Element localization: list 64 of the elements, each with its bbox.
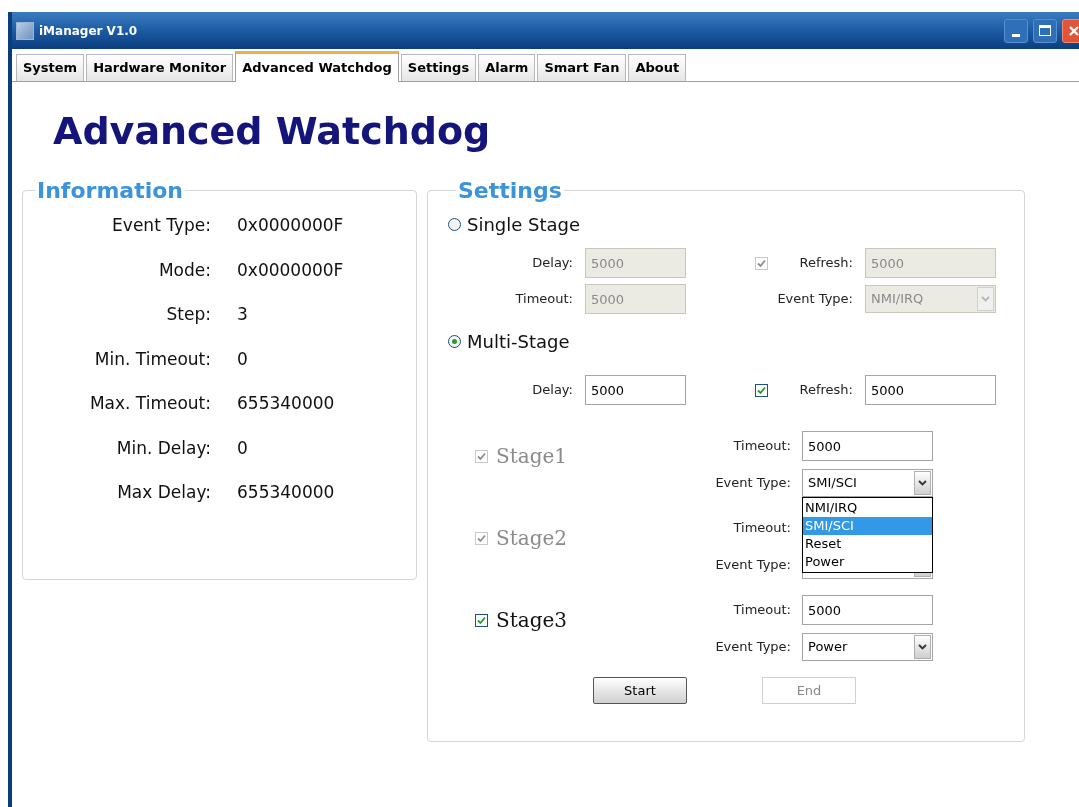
app-icon <box>16 21 34 40</box>
field-label: Delay: <box>531 381 574 400</box>
checkmark-icon <box>757 258 766 268</box>
action-button[interactable]: Start <box>593 677 687 704</box>
info-label: Mode: <box>157 258 211 282</box>
info-value: 0x0000000F <box>237 258 344 282</box>
tab[interactable]: Smart Fan <box>537 54 627 81</box>
info-value: 0 <box>237 347 248 371</box>
select-value: Power <box>808 638 848 657</box>
info-value: 655340000 <box>237 392 335 415</box>
info-label: Event Type: <box>111 214 211 237</box>
info-value: 655340000 <box>237 481 335 504</box>
radio-button[interactable] <box>448 335 461 348</box>
tab[interactable]: Settings <box>400 54 477 81</box>
info-value: 3 <box>237 303 248 326</box>
info-label: Step: <box>165 303 211 326</box>
input-field[interactable]: 5000 <box>802 595 933 625</box>
info-label: Min. Delay: <box>115 436 211 460</box>
field-label: Event Type: <box>714 638 792 657</box>
field-label: Timeout: <box>732 437 792 456</box>
field-label: Event Type: <box>714 474 792 493</box>
dropdown-select[interactable]: Power <box>802 633 933 661</box>
field-label: Refresh: <box>798 254 854 273</box>
field-label: Event Type: <box>776 290 854 309</box>
field-label: Delay: <box>531 254 574 273</box>
checkmark-icon <box>477 533 486 543</box>
checkmark-icon <box>477 615 486 625</box>
checkbox[interactable] <box>755 383 768 397</box>
tab[interactable]: Advanced Watchdog <box>235 51 399 82</box>
info-label: Min. Timeout: <box>93 347 211 371</box>
checkmark-icon <box>757 385 766 395</box>
close-icon <box>1068 24 1079 37</box>
info-value: 0 <box>237 436 248 460</box>
tab[interactable]: Alarm <box>478 54 536 81</box>
field-label: Timeout: <box>732 601 792 620</box>
info-label: Max Delay: <box>116 481 211 504</box>
input-field[interactable]: 5000 <box>585 375 686 405</box>
tab[interactable]: System <box>16 54 85 81</box>
field-label: Refresh: <box>798 381 854 400</box>
panel-title: Information <box>36 177 184 205</box>
window-title: iManager V1.0 <box>39 22 139 40</box>
info-value: 0x0000000F <box>237 214 344 237</box>
maximize-button[interactable] <box>1033 18 1057 43</box>
mode-label: Multi-Stage <box>467 330 570 354</box>
close-button[interactable] <box>1062 18 1079 43</box>
field-label: Timeout: <box>732 519 792 538</box>
stage-label: Stage1 <box>496 443 568 470</box>
stage-label: Stage2 <box>496 525 568 552</box>
field-label: Timeout: <box>514 290 574 309</box>
minimize-button[interactable] <box>1004 18 1028 43</box>
select-value: SMI/SCI <box>808 474 857 493</box>
field-label: Event Type: <box>714 556 792 575</box>
tab[interactable]: About <box>628 54 687 81</box>
checkbox[interactable] <box>475 613 488 627</box>
select-value: NMI/IRQ <box>871 290 924 309</box>
mode-label: Single Stage <box>467 213 581 237</box>
stage-label: Stage3 <box>496 607 568 634</box>
tab[interactable]: Hardware Monitor <box>86 54 234 81</box>
input-field[interactable]: 5000 <box>865 375 996 405</box>
info-label: Max. Timeout: <box>88 392 211 415</box>
panel-title: Settings <box>457 177 563 205</box>
page-heading: Advanced Watchdog <box>53 112 492 150</box>
radio-button[interactable] <box>448 218 461 231</box>
checkmark-icon <box>477 451 486 461</box>
